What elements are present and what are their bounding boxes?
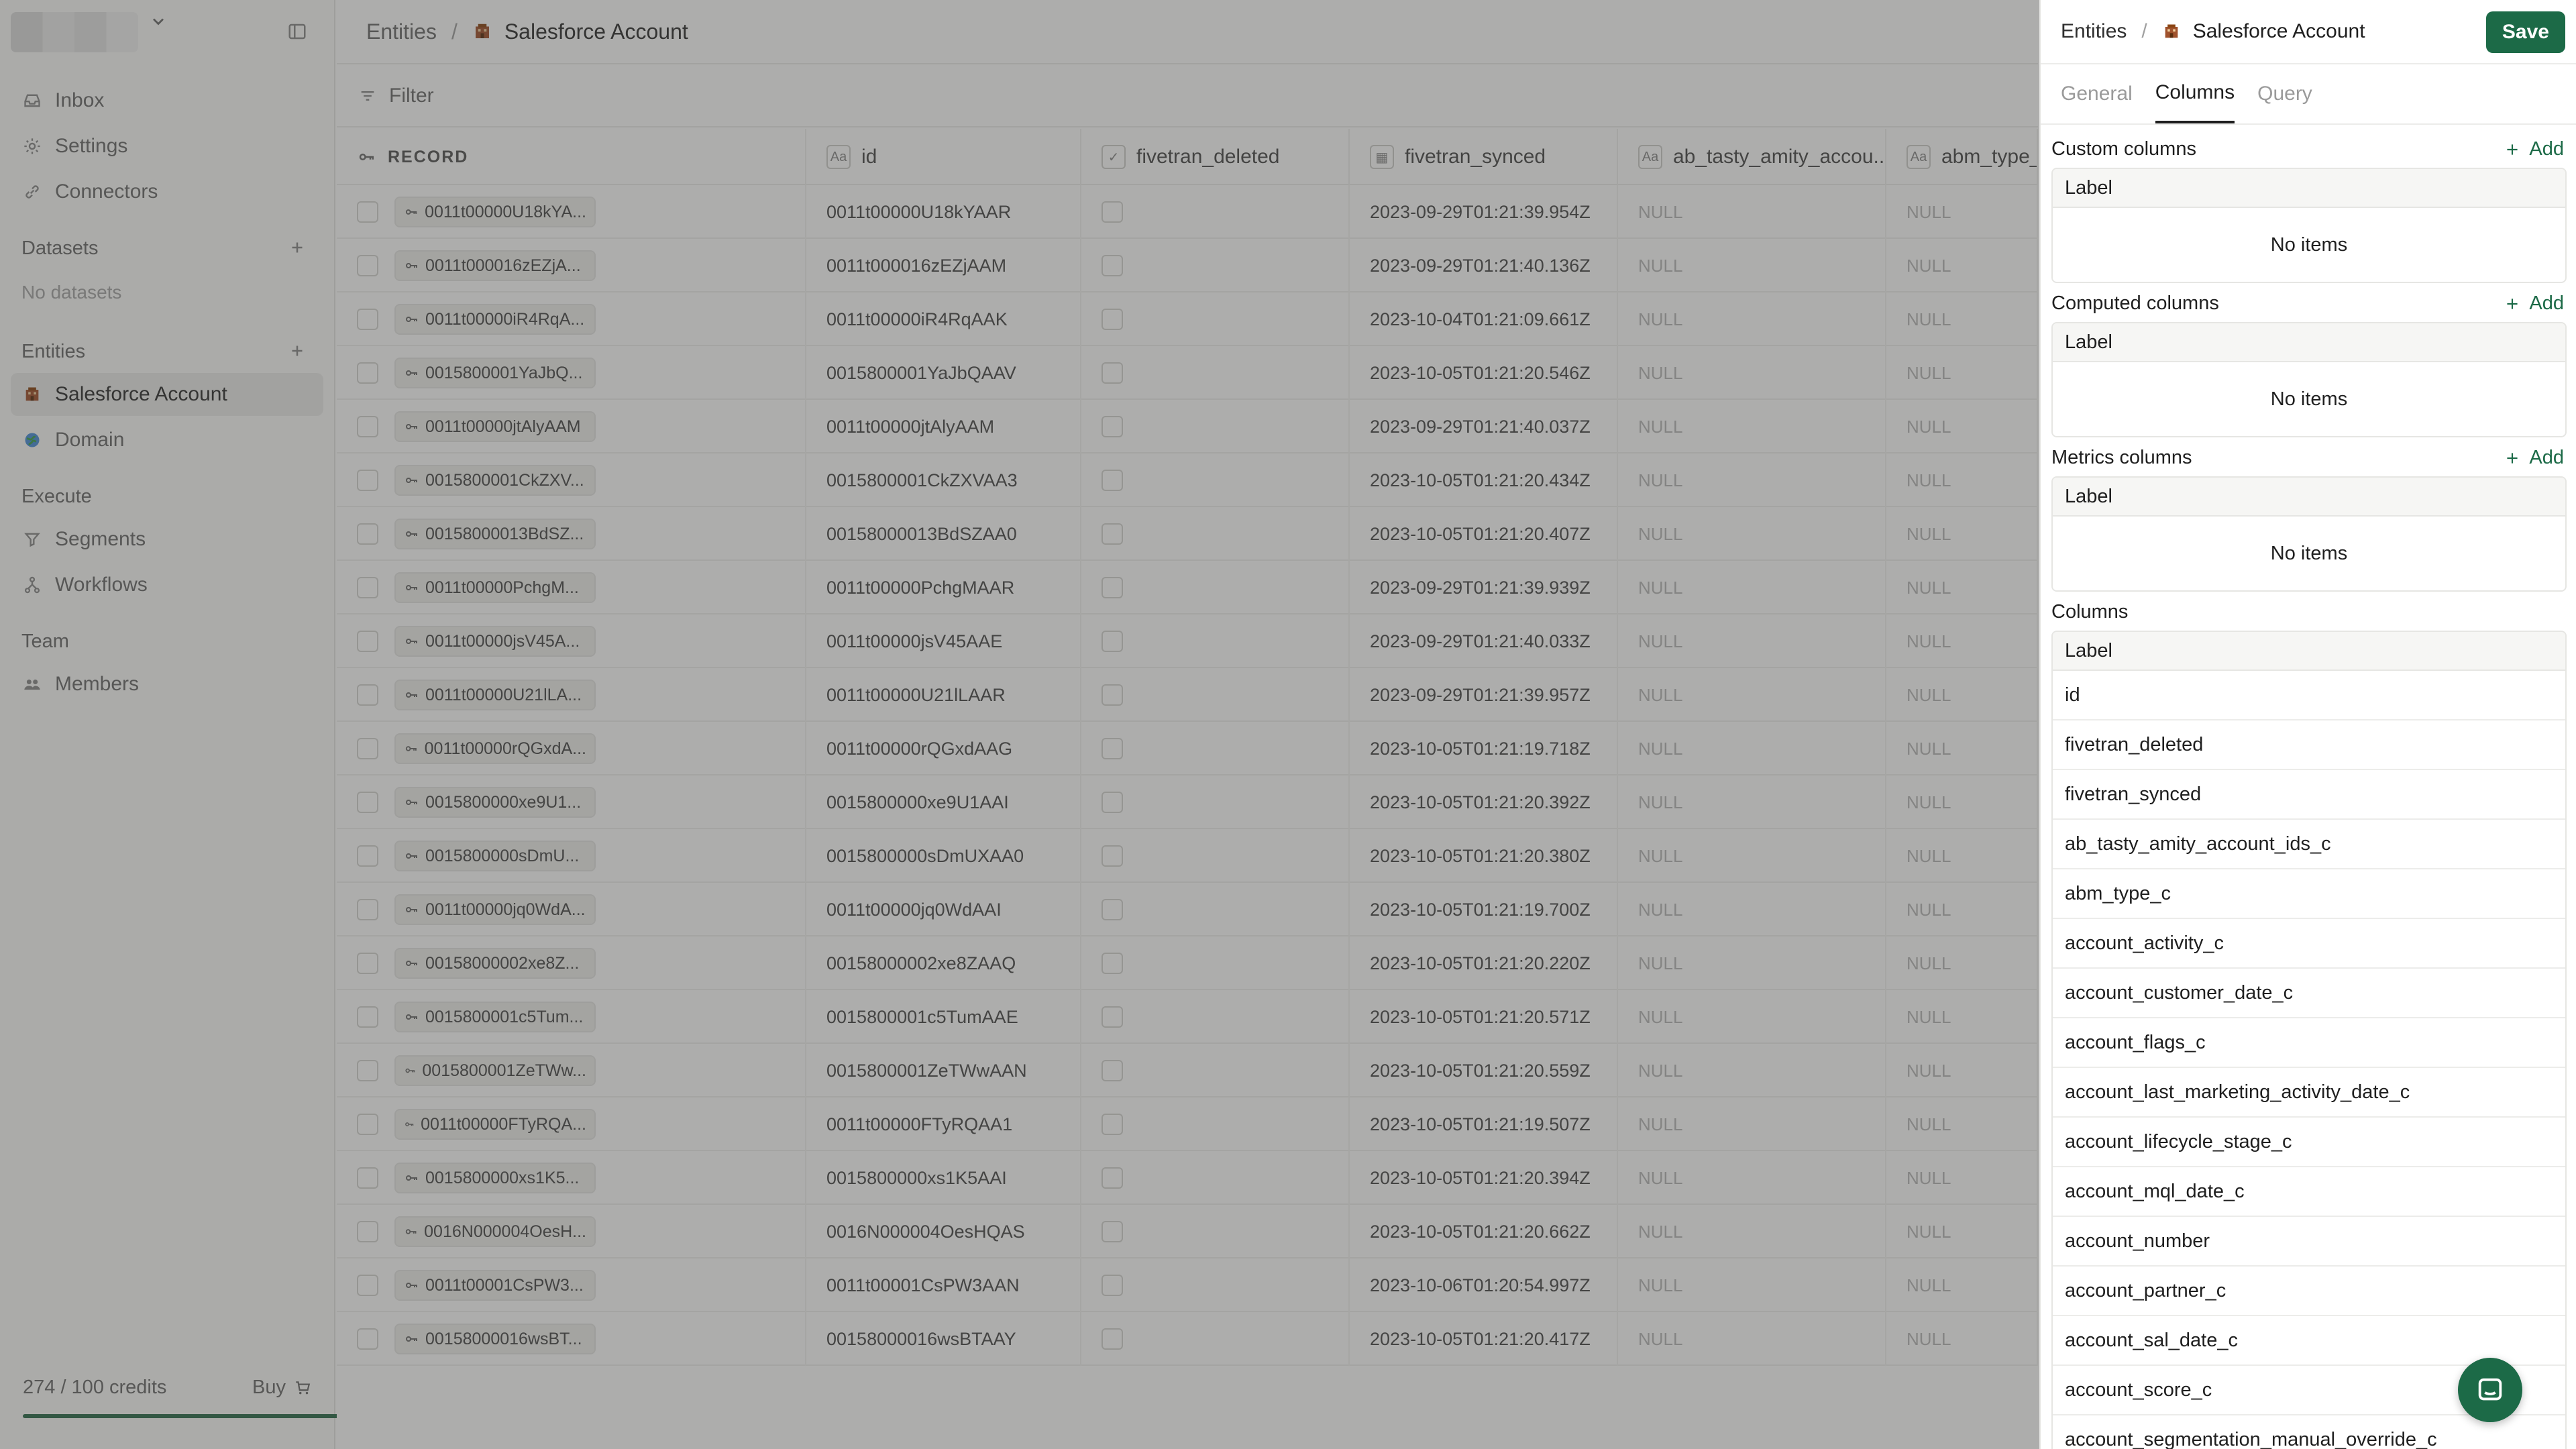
computed-columns-table: Label No items bbox=[2051, 322, 2567, 437]
entity-settings-panel: Entities / Salesforce Account Save Gener… bbox=[2039, 0, 2576, 1449]
column-list-item[interactable]: fivetran_synced bbox=[2053, 770, 2565, 820]
add-label: Add bbox=[2529, 292, 2564, 314]
column-list-item[interactable]: abm_type_c bbox=[2053, 869, 2565, 919]
panel-tabs: General Columns Query bbox=[2041, 66, 2576, 125]
building-icon bbox=[2162, 22, 2181, 41]
label-column-header: Label bbox=[2053, 632, 2565, 671]
column-list-item[interactable]: fivetran_deleted bbox=[2053, 720, 2565, 770]
metrics-columns-title: Metrics columns bbox=[2051, 447, 2192, 468]
column-list-item[interactable]: account_mql_date_c bbox=[2053, 1167, 2565, 1217]
chat-launcher-button[interactable] bbox=[2458, 1358, 2522, 1422]
no-items-text: No items bbox=[2270, 388, 2348, 410]
column-list-item[interactable]: account_partner_c bbox=[2053, 1267, 2565, 1316]
panel-breadcrumb-current-label: Salesforce Account bbox=[2192, 20, 2365, 42]
panel-breadcrumb-entities[interactable]: Entities bbox=[2061, 20, 2127, 43]
custom-columns-title: Custom columns bbox=[2051, 138, 2196, 160]
panel-breadcrumb-current: Salesforce Account bbox=[2162, 20, 2365, 43]
plus-icon bbox=[2504, 449, 2521, 467]
add-metrics-column-button[interactable]: Add bbox=[2504, 447, 2564, 469]
chat-icon bbox=[2475, 1375, 2506, 1405]
add-custom-column-button[interactable]: Add bbox=[2504, 138, 2564, 160]
columns-list: id fivetran_deleted fivetran_synced ab_tast… bbox=[2053, 671, 2565, 1449]
column-list-item[interactable]: account_number bbox=[2053, 1217, 2565, 1267]
no-items-text: No items bbox=[2270, 542, 2348, 564]
column-list-item[interactable]: account_lifecycle_stage_c bbox=[2053, 1118, 2565, 1167]
label-column-header: Label bbox=[2053, 169, 2565, 208]
custom-columns-table: Label No items bbox=[2051, 168, 2567, 283]
column-list-item[interactable]: id bbox=[2053, 671, 2565, 720]
plus-icon bbox=[2504, 295, 2521, 313]
computed-columns-title: Computed columns bbox=[2051, 292, 2219, 314]
columns-table: Label id fivetran_deleted fivetran_synced a… bbox=[2051, 631, 2567, 1449]
column-list-item[interactable]: account_last_marketing_activity_date_c bbox=[2053, 1068, 2565, 1118]
panel-breadcrumb-separator: / bbox=[2141, 20, 2147, 42]
save-button[interactable]: Save bbox=[2485, 11, 2565, 53]
label-column-header: Label bbox=[2053, 478, 2565, 517]
add-label: Add bbox=[2529, 138, 2564, 160]
column-list-item[interactable]: ab_tasty_amity_account_ids_c bbox=[2053, 820, 2565, 869]
label-column-header: Label bbox=[2053, 323, 2565, 362]
column-list-item[interactable]: account_customer_date_c bbox=[2053, 969, 2565, 1018]
metrics-columns-table: Label No items bbox=[2051, 476, 2567, 592]
no-items-text: No items bbox=[2270, 233, 2348, 256]
column-list-item[interactable]: account_activity_c bbox=[2053, 919, 2565, 969]
add-label: Add bbox=[2529, 447, 2564, 468]
modal-overlay[interactable] bbox=[0, 0, 2039, 1449]
column-list-item[interactable]: account_flags_c bbox=[2053, 1018, 2565, 1068]
columns-title: Columns bbox=[2051, 601, 2129, 623]
tab-columns[interactable]: Columns bbox=[2155, 64, 2235, 123]
plus-icon bbox=[2504, 141, 2521, 158]
add-computed-column-button[interactable]: Add bbox=[2504, 292, 2564, 315]
tab-general[interactable]: General bbox=[2061, 64, 2133, 123]
tab-query[interactable]: Query bbox=[2257, 64, 2312, 123]
